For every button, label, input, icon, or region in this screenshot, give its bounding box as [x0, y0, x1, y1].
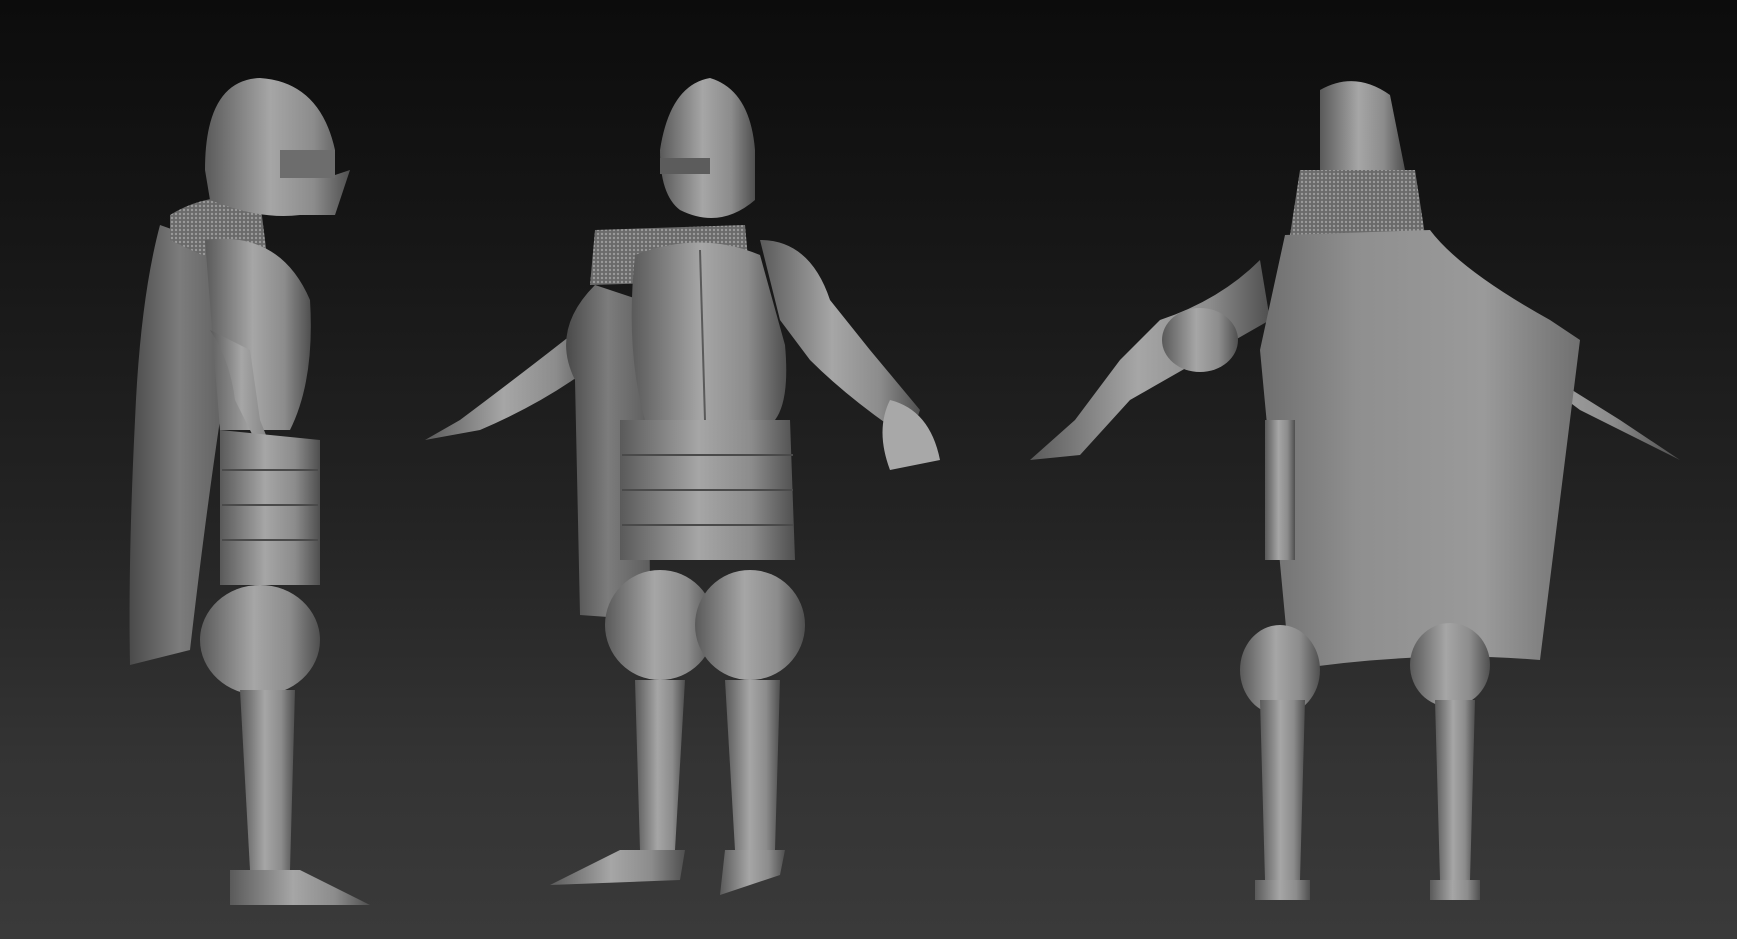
knight-front-view [420, 0, 990, 939]
knight-back-view [1020, 0, 1690, 939]
knight-back-icon [1030, 81, 1680, 900]
knight-side-icon [129, 78, 370, 905]
knight-side-view [110, 0, 370, 939]
render-viewport [0, 0, 1737, 939]
knight-front-icon [425, 78, 940, 895]
